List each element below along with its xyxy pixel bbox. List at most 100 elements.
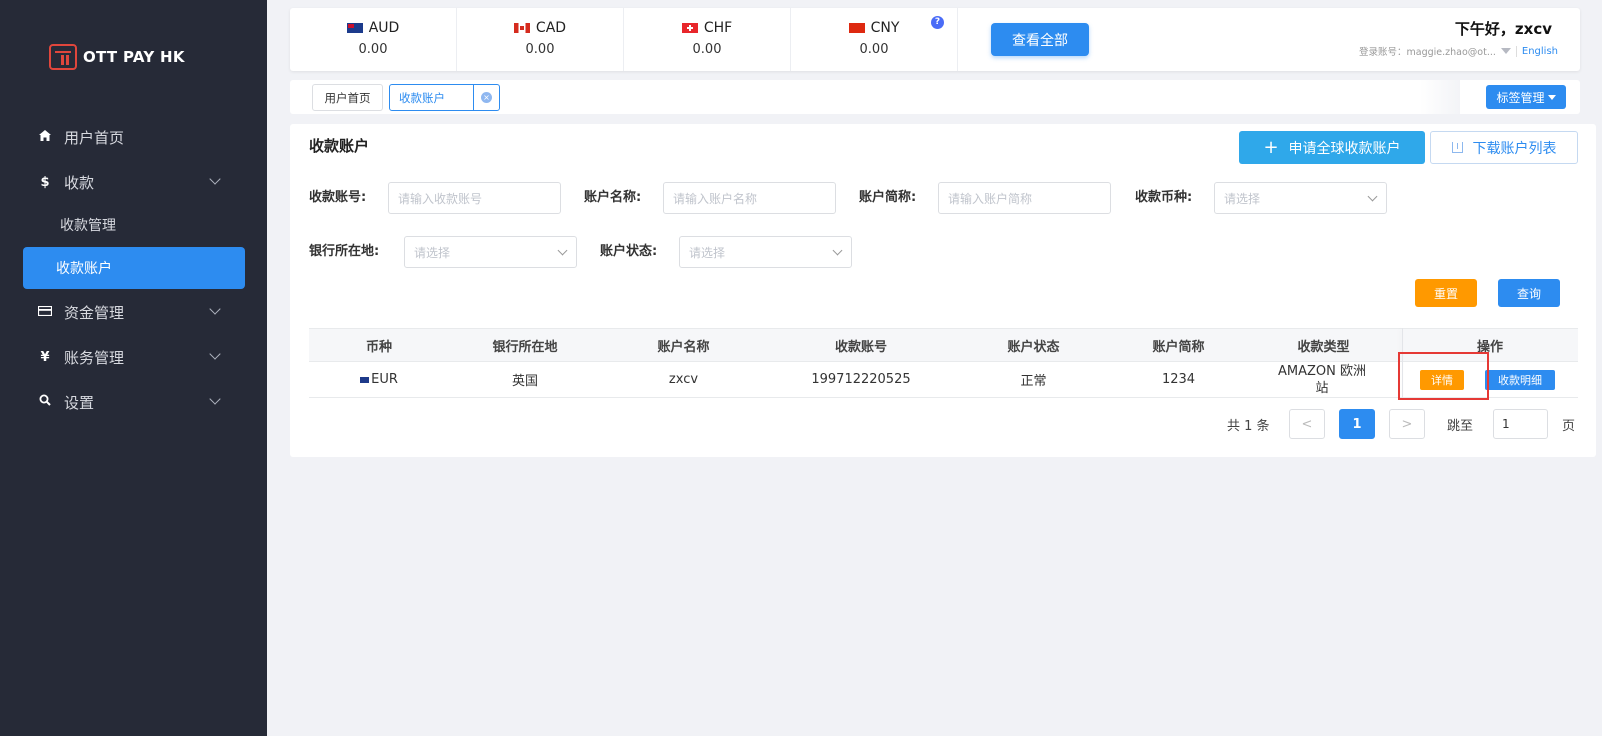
tab-collection-accounts[interactable]: 收款账户 × (389, 84, 500, 111)
sidebar-subitem-collection-management[interactable]: 收款管理 (0, 205, 267, 245)
detail-button[interactable]: 详情 (1420, 370, 1464, 390)
currency-code: CNY (870, 20, 900, 36)
account-info: 登录账号：maggie.zhao@ot... English (1359, 44, 1558, 58)
page-number-button[interactable]: 1 (1339, 409, 1375, 439)
account-short-name-input[interactable]: 请输入账户简称 (938, 182, 1111, 214)
jump-to-page-input[interactable]: 1 (1493, 409, 1548, 439)
china-flag-icon (848, 23, 865, 33)
divider (1515, 45, 1517, 57)
currency-code: EUR (371, 372, 398, 387)
sidebar-item-label: 设置 (64, 393, 95, 412)
bank-location-cell: 英国 (511, 374, 538, 389)
tag-management-label: 标签管理 (1496, 90, 1545, 105)
account-type-cell: AMAZON 欧洲站 (1278, 363, 1366, 396)
column-header: 收款账号 (834, 339, 887, 355)
language-switch-link[interactable]: English (1522, 46, 1558, 57)
chevron-down-icon (1367, 191, 1378, 202)
sidebar-item-label: 收款管理 (60, 218, 116, 234)
account-status-label: 账户状态: (600, 244, 658, 259)
account-no-cell: 199712220525 (811, 372, 911, 387)
currency-balance: 0.00 (358, 42, 388, 57)
button-label: 申请全球收款账户 (1288, 140, 1401, 157)
account-no-label: 收款账号: (309, 190, 367, 205)
tab-close-button[interactable]: × (473, 84, 499, 111)
currency-balance: 0.00 (859, 42, 889, 57)
brand-logo[interactable]: OTT PAY HK (49, 44, 185, 70)
page-title: 收款账户 (309, 137, 370, 155)
tab-label: 收款账户 (399, 90, 445, 105)
account-dropdown-icon[interactable] (1500, 48, 1511, 54)
chevron-down-icon (209, 303, 221, 315)
tag-management-dropdown[interactable]: 标签管理 (1486, 85, 1566, 109)
account-no-input[interactable]: 请输入收款账号 (388, 182, 561, 214)
apply-global-account-button[interactable]: + 申请全球收款账户 (1239, 131, 1425, 164)
home-icon (38, 129, 52, 145)
table-row: EUR 英国 zxcv 199712220525 正常 1234 AMAZON … (309, 362, 1578, 398)
sidebar-item-funds[interactable]: 资金管理 (0, 291, 267, 333)
bank-location-select[interactable]: 请选择 (404, 236, 577, 268)
login-account: 登录账号：maggie.zhao@ot... (1359, 47, 1496, 58)
download-account-list-button[interactable]: 下载账户列表 (1430, 131, 1578, 164)
currency-balance-bar: AUD 0.00 CAD 0.00 CHF 0.00 CNY 0.00 ? 查看… (290, 8, 1580, 71)
download-icon (1451, 142, 1463, 153)
currency-code: CAD (535, 20, 567, 36)
table-header-row: 币种 银行所在地 账户名称 收款账号 账户状态 账户简称 收款类型 操作 (309, 328, 1578, 362)
currency-aud: AUD 0.00 (290, 8, 457, 71)
chevron-down-icon (832, 245, 843, 256)
sidebar-item-settings[interactable]: 设置 (0, 381, 267, 423)
pagination-total: 共 1 条 (1227, 418, 1270, 434)
sidebar-item-label: 账务管理 (64, 348, 125, 367)
collection-currency-select[interactable]: 请选择 (1214, 182, 1387, 214)
caret-down-icon (1547, 94, 1556, 100)
column-header: 收款类型 (1297, 339, 1350, 355)
next-page-button[interactable]: > (1389, 409, 1425, 439)
brand-name: OTT PAY HK (83, 48, 185, 66)
eu-flag-icon (360, 376, 370, 383)
sidebar-item-label: 用户首页 (64, 128, 125, 147)
dollar-icon: $ (40, 174, 50, 190)
status-cell: 正常 (1020, 374, 1047, 389)
canada-flag-icon (513, 23, 530, 33)
currency-cad: CAD 0.00 (457, 8, 624, 71)
currency-code: AUD (368, 20, 400, 36)
column-header: 操作 (1476, 339, 1503, 355)
collection-accounts-panel: 收款账户 + 申请全球收款账户 下载账户列表 收款账号: 请输入收款账号 账户名… (290, 124, 1596, 457)
column-header: 银行所在地 (492, 339, 558, 355)
collection-currency-label: 收款币种: (1135, 190, 1193, 205)
search-icon (38, 394, 52, 410)
collection-flow-button[interactable]: 收款明细 (1485, 370, 1555, 390)
chevron-down-icon (557, 245, 568, 256)
sidebar-subitem-collection-accounts[interactable]: 收款账户 (23, 247, 245, 289)
prev-page-button[interactable]: < (1289, 409, 1325, 439)
tab-home[interactable]: 用户首页 (312, 84, 383, 111)
account-name-cell: zxcv (668, 372, 699, 387)
greeting-text: 下午好，zxcv (1454, 20, 1552, 38)
sidebar-item-accounting[interactable]: ¥ 账务管理 (0, 336, 267, 378)
currency-cell: EUR (309, 362, 449, 397)
view-all-button[interactable]: 查看全部 (991, 23, 1089, 56)
select-placeholder: 请选择 (1224, 191, 1261, 206)
column-header: 账户状态 (1007, 339, 1060, 355)
sidebar-item-label: 收款账户 (56, 261, 112, 277)
sidebar-item-label: 收款 (64, 173, 95, 192)
brand-logo-mark (49, 44, 77, 70)
sidebar-item-collection[interactable]: $ 收款 (0, 161, 267, 203)
fixed-column-divider (1402, 328, 1403, 398)
account-status-select[interactable]: 请选择 (679, 236, 852, 268)
select-placeholder: 请选择 (414, 245, 451, 260)
chevron-down-icon (209, 393, 221, 405)
select-placeholder: 请选择 (689, 245, 726, 260)
account-name-label: 账户名称: (584, 190, 642, 205)
sidebar: OTT PAY HK 用户首页 $ 收款 收款管理 收款账户 资金管理 ¥ 账务… (0, 0, 267, 736)
query-button[interactable]: 查询 (1498, 279, 1560, 307)
tabs-scroll-fade (1420, 80, 1460, 114)
account-name-input[interactable]: 请输入账户名称 (663, 182, 836, 214)
button-label: 下载账户列表 (1472, 140, 1557, 157)
bank-location-label: 银行所在地: (309, 244, 380, 259)
accounts-table: 币种 银行所在地 账户名称 收款账号 账户状态 账户简称 收款类型 操作 EUR… (309, 328, 1578, 400)
reset-button[interactable]: 重置 (1415, 279, 1477, 307)
currency-balance: 0.00 (525, 42, 555, 57)
column-header: 账户简称 (1152, 339, 1205, 355)
help-icon[interactable]: ? (931, 16, 944, 29)
sidebar-item-home[interactable]: 用户首页 (0, 116, 267, 158)
